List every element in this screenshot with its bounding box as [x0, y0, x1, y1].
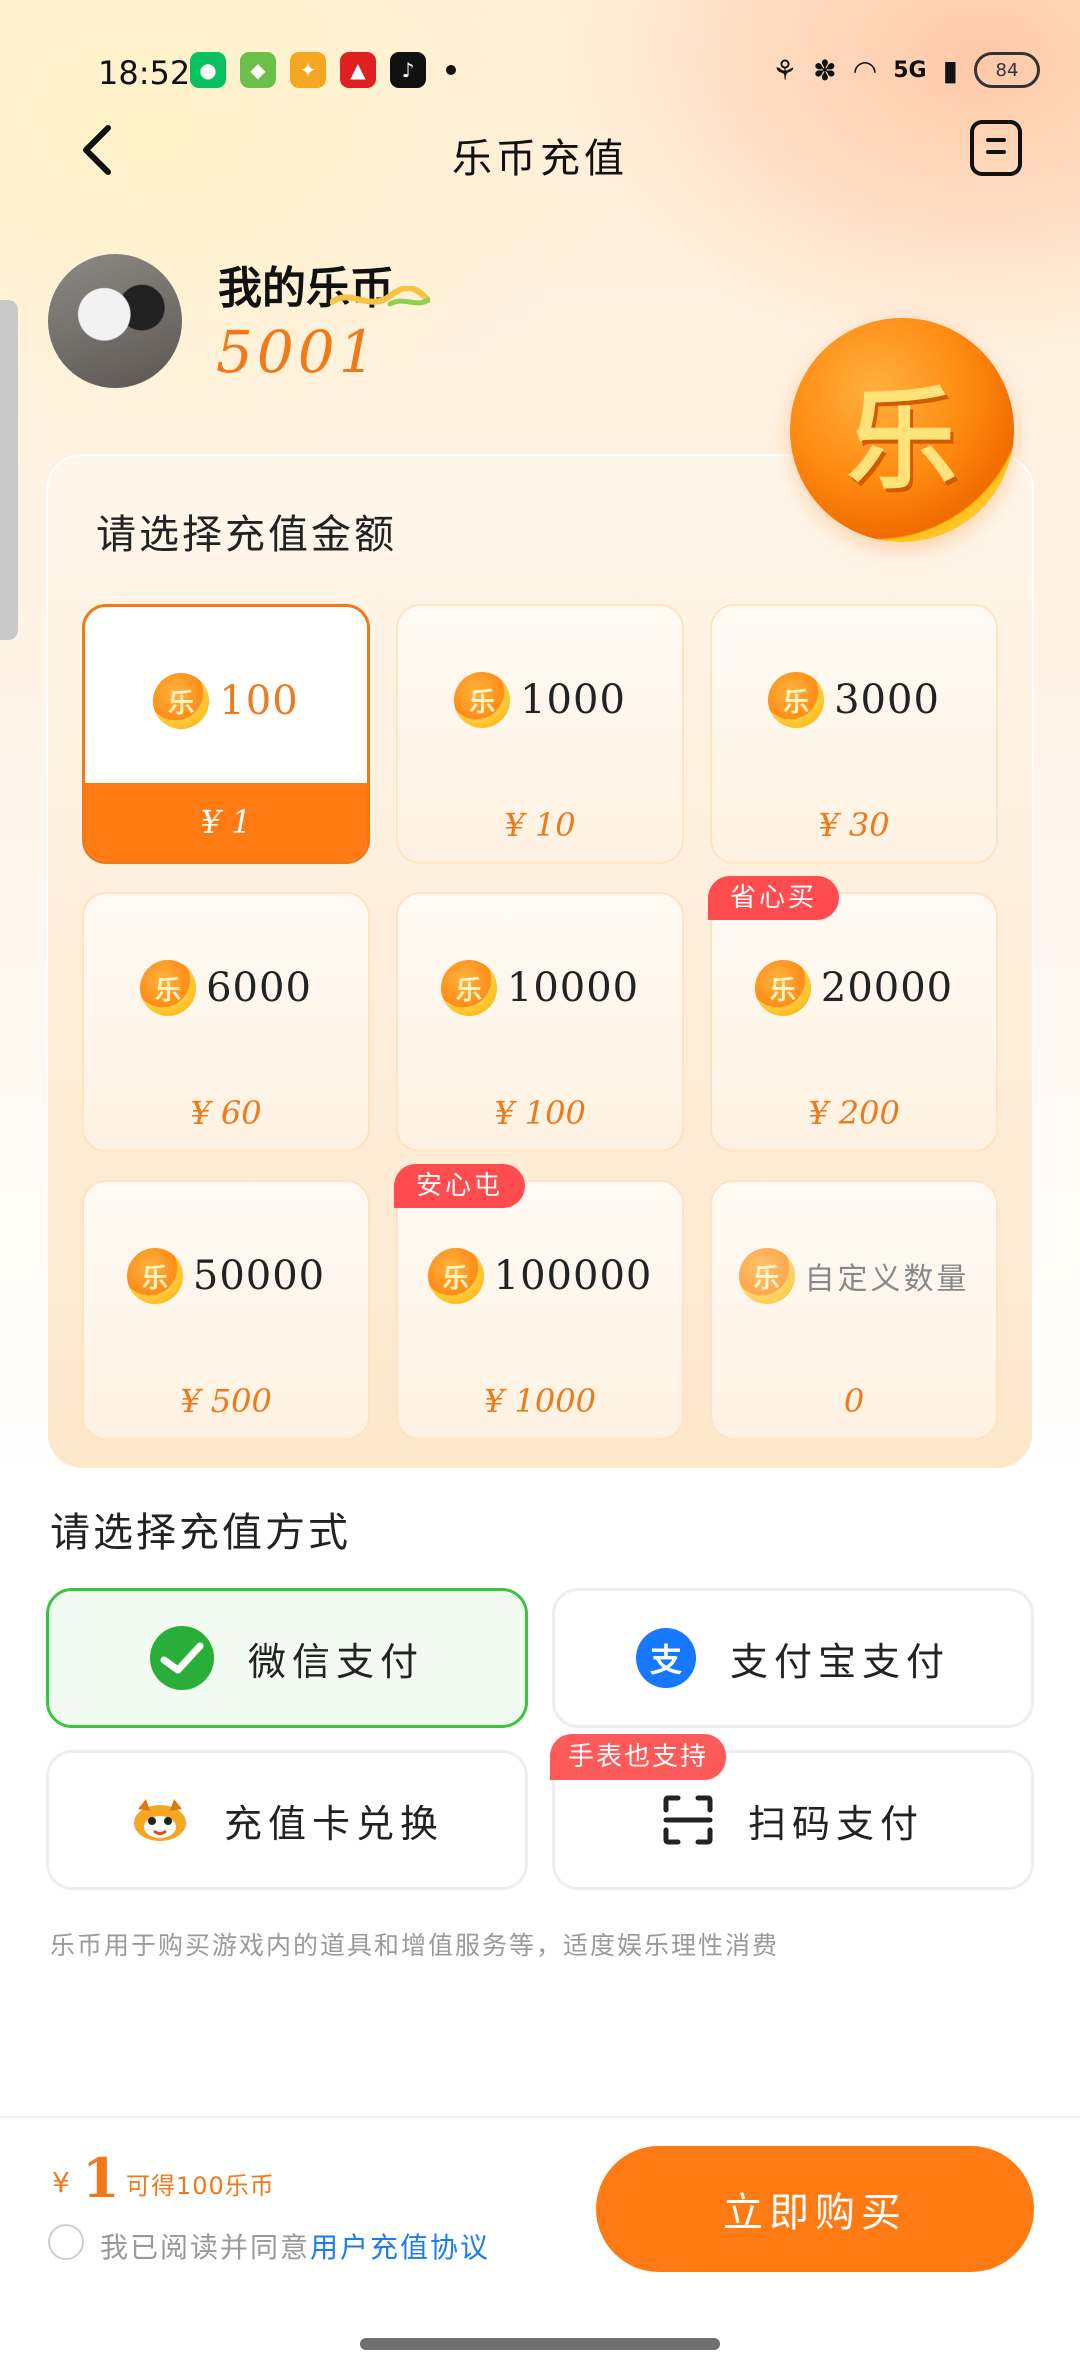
coin-icon: 乐: [126, 1248, 183, 1304]
coin-icon: 乐: [738, 1248, 795, 1304]
coin-icon: 乐: [754, 960, 811, 1016]
bluetooth-icon: ✽: [813, 53, 837, 87]
coin-icon: 乐: [427, 1248, 484, 1304]
watch-support-tag: 手表也支持: [550, 1734, 727, 1780]
custom-amount-input[interactable]: 自定义数量: [805, 1254, 970, 1298]
alipay-icon: 支: [635, 1628, 696, 1688]
total-currency: ¥: [52, 2166, 70, 2199]
amount-option-price: ¥ 10: [504, 806, 576, 844]
amount-option-coins: 10000: [506, 965, 640, 1011]
pay-method-alipay[interactable]: 支 支付宝支付: [552, 1588, 1034, 1728]
amount-option-row: 乐 3000: [712, 672, 996, 728]
amount-option-row: 乐 100: [85, 673, 367, 729]
amount-option-coins: 3000: [834, 677, 940, 723]
amount-option-row: 乐 20000: [712, 960, 996, 1016]
amount-option-10000[interactable]: 乐 10000 ¥ 100: [396, 892, 684, 1152]
agreement-checkbox[interactable]: [48, 2224, 84, 2260]
coin-icon: 乐: [454, 672, 511, 728]
amount-section-title: 请选择充值金额: [96, 512, 397, 558]
shop-notification-icon: ▲: [340, 52, 376, 88]
edge-handle[interactable]: [0, 300, 18, 640]
coin-icon: 乐: [440, 960, 497, 1016]
amount-option-price: ¥ 200: [808, 1094, 900, 1132]
menu-icon-line: [986, 150, 1006, 154]
amount-option-price: ¥ 30: [818, 806, 890, 844]
amount-option-row: 乐 100000: [398, 1248, 682, 1304]
battery-icon: 84: [974, 52, 1040, 88]
network-label: 5G: [893, 57, 927, 83]
wechat-icon: [149, 1626, 214, 1690]
amount-option-row: 乐 6000: [84, 960, 368, 1016]
total-description: 可得100乐币: [126, 2172, 275, 2200]
amount-option-price: ¥ 1000: [484, 1382, 596, 1420]
promo-tag: 省心买: [708, 876, 840, 920]
amount-option-row: 乐 自定义数量: [712, 1248, 996, 1304]
tiktok-notification-icon: ♪: [390, 52, 426, 88]
big-coin-icon: 乐: [790, 318, 1014, 542]
amount-option-row: 乐 50000: [84, 1248, 368, 1304]
total-amount: 1: [82, 2146, 120, 2210]
amount-option-row: 乐 1000: [398, 672, 682, 728]
game-notification-icon: ◆: [240, 52, 276, 88]
amount-option-coins: 1000: [520, 677, 626, 723]
pay-method-label: 充值卡兑换: [223, 1801, 444, 1846]
amount-option-coins: 100: [219, 678, 299, 724]
agreement-link[interactable]: 用户充值协议: [310, 2231, 490, 2264]
buy-button[interactable]: 立即购买: [596, 2146, 1034, 2272]
scan-icon: [662, 1794, 714, 1846]
promo-tag: 安心屯: [394, 1164, 526, 1208]
amount-option-100[interactable]: 乐 100 ¥ 1: [82, 604, 370, 864]
home-indicator[interactable]: [360, 2338, 720, 2350]
coin-icon: 乐: [140, 960, 197, 1016]
decorative-squiggle-icon: [330, 286, 430, 307]
payment-section-title: 请选择充值方式: [50, 1510, 351, 1556]
amount-option-coins: 20000: [820, 965, 954, 1011]
nfc-icon: ⚘: [772, 53, 798, 87]
amount-option-price: ¥ 100: [494, 1094, 586, 1132]
amount-option-1000[interactable]: 乐 1000 ¥ 10: [396, 604, 684, 864]
bottom-divider: [0, 2116, 1080, 2118]
pay-method-label: 微信支付: [247, 1639, 424, 1684]
agreement-text: 我已阅读并同意用户充值协议: [100, 2226, 490, 2266]
status-time: 18:52: [98, 54, 191, 92]
amount-option-coins: 100000: [493, 1253, 653, 1299]
big-coin-glyph: 乐: [847, 376, 957, 504]
app-notification-icon: ✦: [290, 52, 326, 88]
wechat-notification-icon: ●: [190, 52, 226, 88]
pay-method-card[interactable]: 充值卡兑换: [46, 1750, 528, 1890]
amount-option-100000[interactable]: 乐 100000 ¥ 1000: [396, 1180, 684, 1440]
usage-note: 乐币用于购买游戏内的道具和增值服务等，适度娱乐理性消费: [50, 1931, 780, 1960]
amount-option-price: ¥ 1: [85, 783, 367, 861]
coin-icon: 乐: [768, 672, 825, 728]
amount-option-price: ¥ 60: [190, 1094, 262, 1132]
menu-button[interactable]: [970, 120, 1022, 176]
battery-level: 84: [995, 59, 1019, 81]
amount-option-50000[interactable]: 乐 50000 ¥ 500: [82, 1180, 370, 1440]
amount-option-20000[interactable]: 乐 20000 ¥ 200: [710, 892, 998, 1152]
amount-option-6000[interactable]: 乐 6000 ¥ 60: [82, 892, 370, 1152]
amount-option-coins: 50000: [192, 1253, 326, 1299]
signal-icon: ▮: [942, 53, 958, 87]
amount-option-row: 乐 10000: [398, 960, 682, 1016]
amount-option-price: 0: [843, 1382, 865, 1420]
mascot-icon: [130, 1795, 190, 1845]
agreement-prefix: 我已阅读并同意: [100, 2231, 311, 2264]
pay-method-label: 支付宝支付: [729, 1639, 950, 1684]
wifi-icon: ◠: [852, 53, 878, 87]
page-title: 乐币充值: [452, 136, 628, 182]
pay-method-label: 扫码支付: [747, 1801, 924, 1846]
more-notifications-icon: [446, 65, 456, 75]
coin-icon: 乐: [153, 673, 210, 729]
pay-method-wechat[interactable]: 微信支付: [46, 1588, 528, 1728]
menu-icon: [986, 138, 1006, 142]
status-bar: 18:52 ● ◆ ✦ ▲ ♪ ⚘ ✽ ◠ 5G ▮ 84: [0, 52, 1080, 96]
my-coins-value: 5001: [216, 318, 380, 386]
amount-option-custom[interactable]: 乐 自定义数量 0: [710, 1180, 998, 1440]
amount-option-coins: 6000: [206, 965, 312, 1011]
notification-icons: ● ◆ ✦ ▲ ♪: [190, 52, 456, 88]
avatar[interactable]: [48, 254, 182, 388]
amount-option-price: ¥ 500: [180, 1382, 272, 1420]
status-right: ⚘ ✽ ◠ 5G ▮ 84: [772, 52, 1040, 88]
amount-option-3000[interactable]: 乐 3000 ¥ 30: [710, 604, 998, 864]
